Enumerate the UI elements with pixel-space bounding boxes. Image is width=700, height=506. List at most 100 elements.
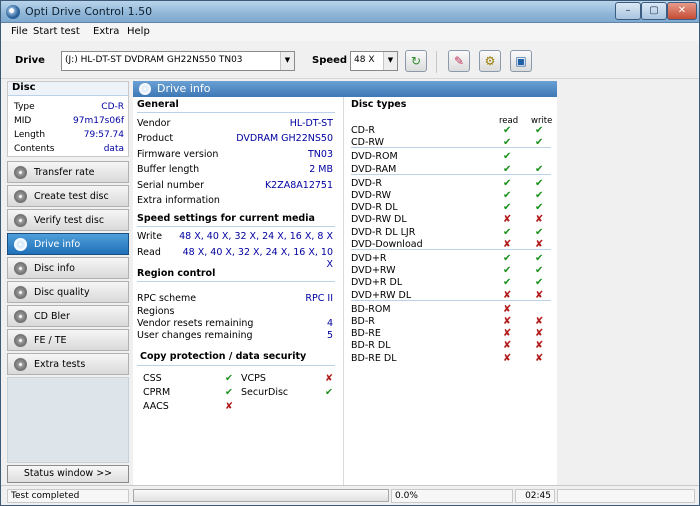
- nav-fe-te[interactable]: FE / TE: [7, 329, 129, 351]
- disc-type-row: CD-R ✔ ✔: [351, 125, 551, 136]
- copy-item-cprm: CPRM: [143, 387, 171, 398]
- region-row-vendor-resets: Vendor resets remaining 4: [137, 318, 333, 329]
- menu-help[interactable]: Help: [127, 26, 150, 37]
- drive-select[interactable]: (J:) HL-DT-ST DVDRAM GH22NS50 TN03 ▼: [61, 51, 295, 71]
- minimize-button[interactable]: –: [615, 2, 641, 20]
- check-icon: ✔: [535, 177, 544, 189]
- check-icon: ✔: [503, 265, 512, 277]
- speed-label: Speed: [312, 55, 348, 66]
- disc-type-row: BD-ROM ✘: [351, 304, 551, 315]
- drive-info-content: General Vendor HL-DT-ST Product DVDRAM GH2…: [133, 97, 557, 485]
- region-row-regions: Regions: [137, 306, 175, 317]
- speed-section-title: Speed settings for current media: [137, 213, 315, 224]
- divider: [351, 147, 551, 149]
- eject-button[interactable]: ✎: [448, 50, 470, 72]
- disc-panel-title: Disc: [8, 82, 128, 96]
- divider: [137, 226, 335, 227]
- check-icon: ✔: [503, 151, 512, 163]
- disc-icon: [14, 286, 27, 299]
- nav-disc-quality[interactable]: Disc quality: [7, 281, 129, 303]
- maximize-button[interactable]: ▢: [641, 2, 667, 20]
- check-icon: ✔: [325, 387, 333, 398]
- speed-select[interactable]: 48 X ▼: [350, 51, 398, 71]
- disc-icon: [14, 238, 27, 251]
- menu-extra[interactable]: Extra: [93, 26, 119, 37]
- disc-type-name: BD-ROM: [351, 303, 391, 315]
- disc-type-row: DVD-RW ✔ ✔: [351, 190, 551, 201]
- title-bar: Opti Drive Control 1.50 – ▢ ✕: [1, 1, 699, 23]
- nav-transfer-rate[interactable]: Transfer rate: [7, 161, 129, 183]
- chevron-down-icon: ▼: [280, 52, 294, 70]
- disc-type-row: DVD+R ✔ ✔: [351, 253, 551, 264]
- toolbar: Drive (J:) HL-DT-ST DVDRAM GH22NS50 TN03…: [1, 43, 699, 79]
- cross-icon: ✘: [503, 303, 512, 315]
- cross-icon: ✘: [535, 316, 544, 327]
- copy-item-css: CSS: [143, 373, 162, 384]
- general-row-vendor: Vendor HL-DT-ST: [137, 118, 333, 129]
- menu-start-test[interactable]: Start test: [33, 26, 80, 37]
- nav-create-test-disc[interactable]: Create test disc: [7, 185, 129, 207]
- disc-row-length: Length 79:57.74: [14, 130, 124, 140]
- disc-type-name: BD-R DL: [351, 340, 391, 352]
- nav-drive-info[interactable]: Drive info: [7, 233, 129, 255]
- nav-cd-bler[interactable]: CD Bler: [7, 305, 129, 327]
- cross-icon: ✘: [503, 340, 512, 352]
- check-icon: ✔: [535, 226, 544, 238]
- main-panel: Drive info General Vendor HL-DT-ST Produc…: [129, 81, 693, 485]
- disc-type-row: DVD+RW ✔ ✔: [351, 265, 551, 276]
- check-icon: ✔: [503, 177, 512, 189]
- nav-disc-info[interactable]: Disc info: [7, 257, 129, 279]
- disc-type-name: DVD+RW: [351, 265, 396, 277]
- window-title: Opti Drive Control 1.50: [25, 5, 153, 18]
- cross-icon: ✘: [535, 214, 544, 226]
- check-icon: ✔: [535, 253, 544, 264]
- check-icon: ✔: [503, 253, 512, 264]
- general-row-serial: Serial number K2ZA8A12751: [137, 180, 333, 191]
- disc-type-name: DVD-R: [351, 177, 382, 189]
- column-divider: [343, 97, 344, 485]
- disc-type-name: DVD-R DL LJR: [351, 226, 416, 238]
- app-window: Opti Drive Control 1.50 – ▢ ✕ File Start…: [0, 0, 700, 506]
- settings-button[interactable]: ⚙: [479, 50, 501, 72]
- elapsed-time: 02:45: [515, 489, 555, 503]
- gear-icon: ⚙: [484, 54, 496, 68]
- disc-type-name: BD-R: [351, 316, 375, 327]
- disc-type-row: DVD-R DL LJR ✔ ✔: [351, 227, 551, 238]
- cross-icon: ✘: [535, 328, 544, 340]
- disc-type-row: DVD+R DL ✔ ✔: [351, 277, 551, 288]
- disc-type-name: DVD-RW: [351, 190, 391, 201]
- nav-verify-test-disc[interactable]: Verify test disc: [7, 209, 129, 231]
- disc-type-name: DVD-R DL: [351, 202, 398, 214]
- speed-row-read: Read 48 X, 40 X, 32 X, 24 X, 16 X, 10: [137, 247, 333, 258]
- speed-select-value: 48 X: [354, 55, 375, 65]
- check-icon: ✔: [535, 190, 544, 201]
- cross-icon: ✘: [535, 352, 544, 364]
- nav-extra-tests[interactable]: Extra tests: [7, 353, 129, 375]
- status-window-button[interactable]: Status window >>: [7, 465, 129, 483]
- disc-type-name: DVD+R DL: [351, 277, 403, 289]
- menu-file[interactable]: File: [11, 26, 28, 37]
- disc-type-name: DVD+R: [351, 253, 387, 264]
- check-icon: ✔: [535, 202, 544, 214]
- region-row-rpc: RPC scheme RPC II: [137, 293, 333, 304]
- disc-type-name: DVD-RW DL: [351, 214, 407, 226]
- check-icon: ✔: [503, 190, 512, 201]
- check-icon: ✔: [535, 125, 544, 136]
- general-row-extra: Extra information: [137, 195, 220, 206]
- save-button[interactable]: ▣: [510, 50, 532, 72]
- disc-row-contents: Contents data: [14, 144, 124, 154]
- disc-panel: Disc Type CD-R MID 97m17s06f Length 79:57.7…: [7, 81, 129, 157]
- drive-select-value: (J:) HL-DT-ST DVDRAM GH22NS50 TN03: [65, 55, 243, 65]
- divider: [137, 365, 335, 366]
- check-icon: ✔: [535, 265, 544, 277]
- copy-item-aacs: AACS: [143, 401, 169, 412]
- disc-type-row: DVD-R DL ✔ ✔: [351, 202, 551, 213]
- disc-icon: [14, 214, 27, 227]
- disc-icon: [139, 83, 151, 95]
- check-icon: ✔: [535, 277, 544, 289]
- disc-row-mid: MID 97m17s06f: [14, 116, 124, 126]
- refresh-button[interactable]: ↻: [405, 50, 427, 72]
- close-button[interactable]: ✕: [667, 2, 697, 20]
- check-icon: ✔: [503, 125, 512, 136]
- menu-bar: File Start test Extra Help: [1, 23, 699, 41]
